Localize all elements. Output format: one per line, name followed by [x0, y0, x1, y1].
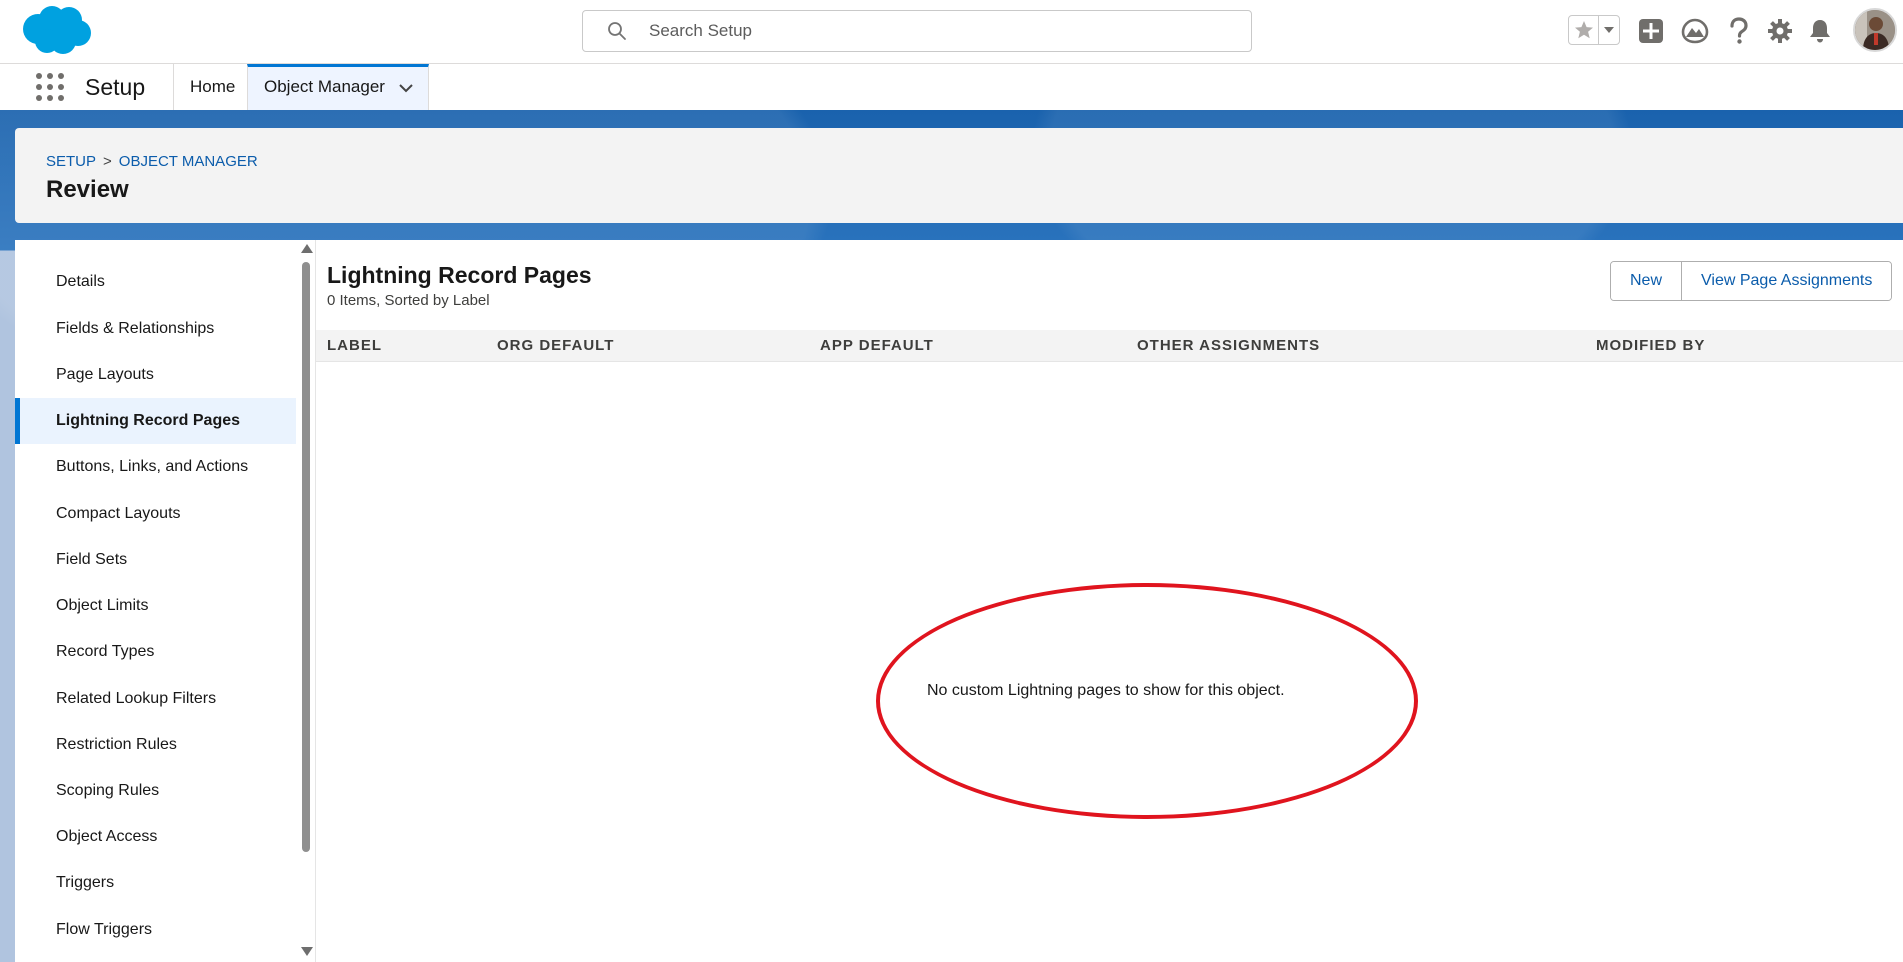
scroll-down-arrow-icon[interactable]	[301, 947, 313, 956]
breadcrumb-object-manager[interactable]: OBJECT MANAGER	[119, 153, 258, 170]
sidenav-item-related-lookup-filters[interactable]: Related Lookup Filters	[15, 676, 296, 722]
sidenav-item-buttons-links-actions[interactable]: Buttons, Links, and Actions	[15, 444, 296, 490]
column-header-label[interactable]: LABEL	[327, 330, 382, 362]
tab-object-manager-label: Object Manager	[264, 77, 385, 96]
notifications-button[interactable]	[1806, 17, 1834, 45]
sidenav-item-compact-layouts[interactable]: Compact Layouts	[15, 491, 296, 537]
app-name: Setup	[85, 74, 146, 100]
chevron-down-icon[interactable]	[398, 80, 414, 96]
trailhead-button[interactable]	[1681, 17, 1709, 45]
help-button[interactable]	[1725, 17, 1753, 45]
breadcrumb: SETUP > OBJECT MANAGER	[46, 153, 258, 170]
content-subtitle: 0 Items, Sorted by Label	[327, 292, 490, 309]
search-box[interactable]	[582, 10, 1252, 52]
column-header-app-default[interactable]: APP DEFAULT	[820, 330, 934, 362]
red-annotation-ellipse	[876, 583, 1418, 819]
avatar[interactable]	[1853, 8, 1897, 52]
sidenav-item-lightning-record-pages[interactable]: Lightning Record Pages	[15, 398, 296, 444]
scroll-thumb[interactable]	[302, 262, 310, 852]
sidenav-scrollbar[interactable]	[298, 240, 314, 962]
empty-state-message: No custom Lightning pages to show for th…	[927, 682, 1285, 699]
sidenav-item-scoping-rules[interactable]: Scoping Rules	[15, 768, 296, 814]
sidenav-item-field-sets[interactable]: Field Sets	[15, 537, 296, 583]
search-input[interactable]	[649, 21, 1209, 41]
breadcrumb-setup[interactable]: SETUP	[46, 153, 96, 170]
plus-icon	[1639, 19, 1663, 43]
trailhead-icon	[1681, 18, 1709, 44]
chevron-down-icon	[1604, 27, 1615, 33]
global-header	[0, 0, 1903, 64]
content-panel: Lightning Record Pages 0 Items, Sorted b…	[315, 240, 1903, 962]
global-actions-button[interactable]	[1637, 17, 1665, 45]
sidenav-item-details[interactable]: Details	[15, 259, 296, 305]
sidenav-item-fields-relationships[interactable]: Fields & Relationships	[15, 306, 296, 352]
sidenav-item-object-limits[interactable]: Object Limits	[15, 583, 296, 629]
tab-home[interactable]: Home	[173, 64, 251, 110]
sidenav-item-flow-triggers[interactable]: Flow Triggers	[15, 907, 296, 953]
favorites-group	[1568, 15, 1620, 45]
sidenav-item-object-access[interactable]: Object Access	[15, 814, 296, 860]
new-button[interactable]: New	[1611, 262, 1682, 300]
bell-icon	[1810, 20, 1830, 43]
sidenav-item-record-types[interactable]: Record Types	[15, 629, 296, 675]
page-title: Review	[46, 176, 129, 203]
favorites-button[interactable]	[1569, 16, 1598, 44]
favorites-list-button[interactable]	[1598, 16, 1619, 44]
object-sidenav: Details Fields & Relationships Page Layo…	[15, 240, 297, 962]
table-header: LABEL ORG DEFAULT APP DEFAULT OTHER ASSI…	[316, 330, 1903, 362]
setup-button[interactable]	[1766, 17, 1794, 45]
column-header-other-assignments[interactable]: OTHER ASSIGNMENTS	[1137, 330, 1320, 362]
context-bar: Setup Home Object Manager	[0, 63, 1903, 111]
breadcrumb-separator: >	[103, 153, 112, 170]
main-card: Details Fields & Relationships Page Layo…	[15, 240, 1903, 962]
column-header-org-default[interactable]: ORG DEFAULT	[497, 330, 614, 362]
star-icon	[1574, 21, 1593, 39]
search-icon	[608, 22, 626, 40]
column-header-modified-by[interactable]: MODIFIED BY	[1596, 330, 1705, 362]
salesforce-logo[interactable]	[19, 5, 93, 57]
sidenav-item-triggers[interactable]: Triggers	[15, 860, 296, 906]
help-icon	[1730, 17, 1748, 44]
sidenav-item-restriction-rules[interactable]: Restriction Rules	[15, 722, 296, 768]
page-header: SETUP > OBJECT MANAGER Review	[15, 128, 1903, 223]
scroll-up-arrow-icon[interactable]	[301, 244, 313, 253]
action-button-group: New View Page Assignments	[1610, 261, 1893, 301]
sidenav-item-page-layouts[interactable]: Page Layouts	[15, 352, 296, 398]
tab-object-manager[interactable]: Object Manager	[247, 64, 429, 110]
view-page-assignments-button[interactable]: View Page Assignments	[1681, 262, 1892, 300]
content-title: Lightning Record Pages	[327, 262, 592, 288]
app-launcher-icon[interactable]	[35, 72, 65, 102]
gear-icon	[1768, 19, 1792, 43]
